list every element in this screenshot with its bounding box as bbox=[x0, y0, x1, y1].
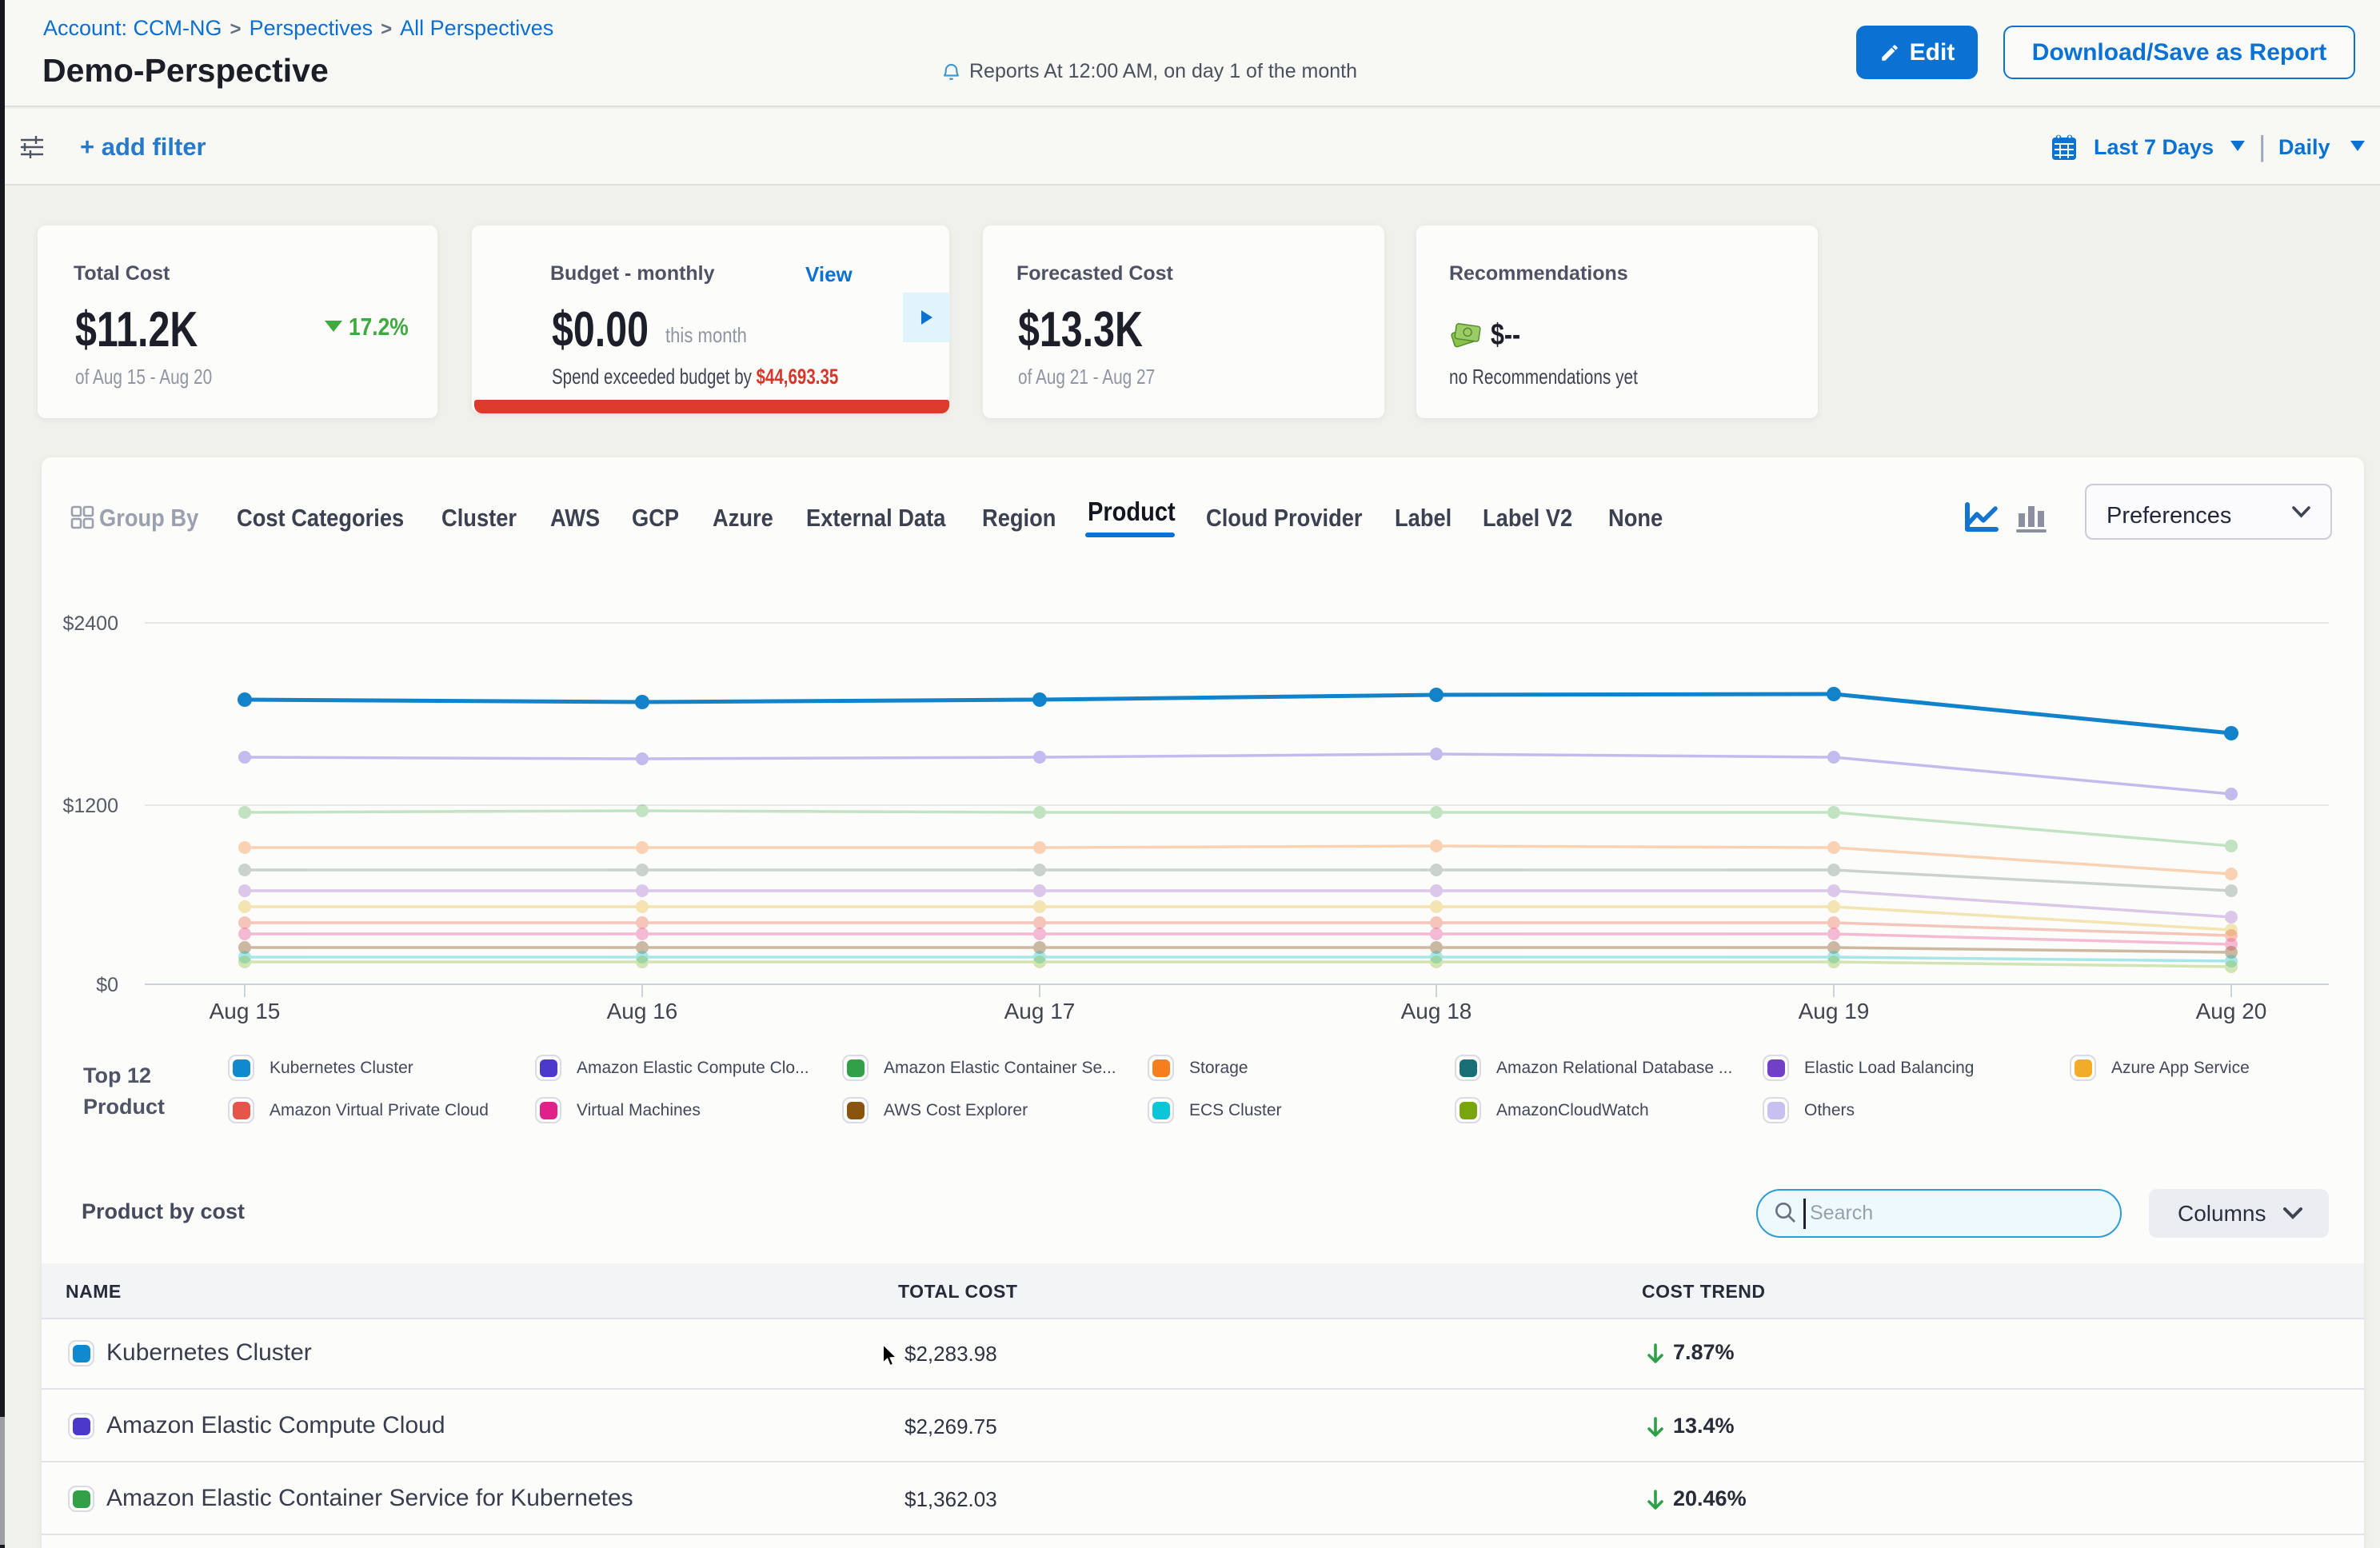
svg-text:Aug 20: Aug 20 bbox=[2196, 999, 2267, 1023]
svg-text:$1200: $1200 bbox=[62, 795, 118, 817]
svg-text:Aug 19: Aug 19 bbox=[1799, 999, 1870, 1023]
svg-text:Aug 18: Aug 18 bbox=[1401, 999, 1472, 1023]
svg-text:$0: $0 bbox=[96, 974, 118, 996]
svg-text:Aug 15: Aug 15 bbox=[210, 999, 281, 1023]
svg-text:Aug 17: Aug 17 bbox=[1004, 999, 1076, 1023]
svg-text:Aug 16: Aug 16 bbox=[607, 999, 678, 1023]
svg-text:$2400: $2400 bbox=[62, 612, 118, 635]
